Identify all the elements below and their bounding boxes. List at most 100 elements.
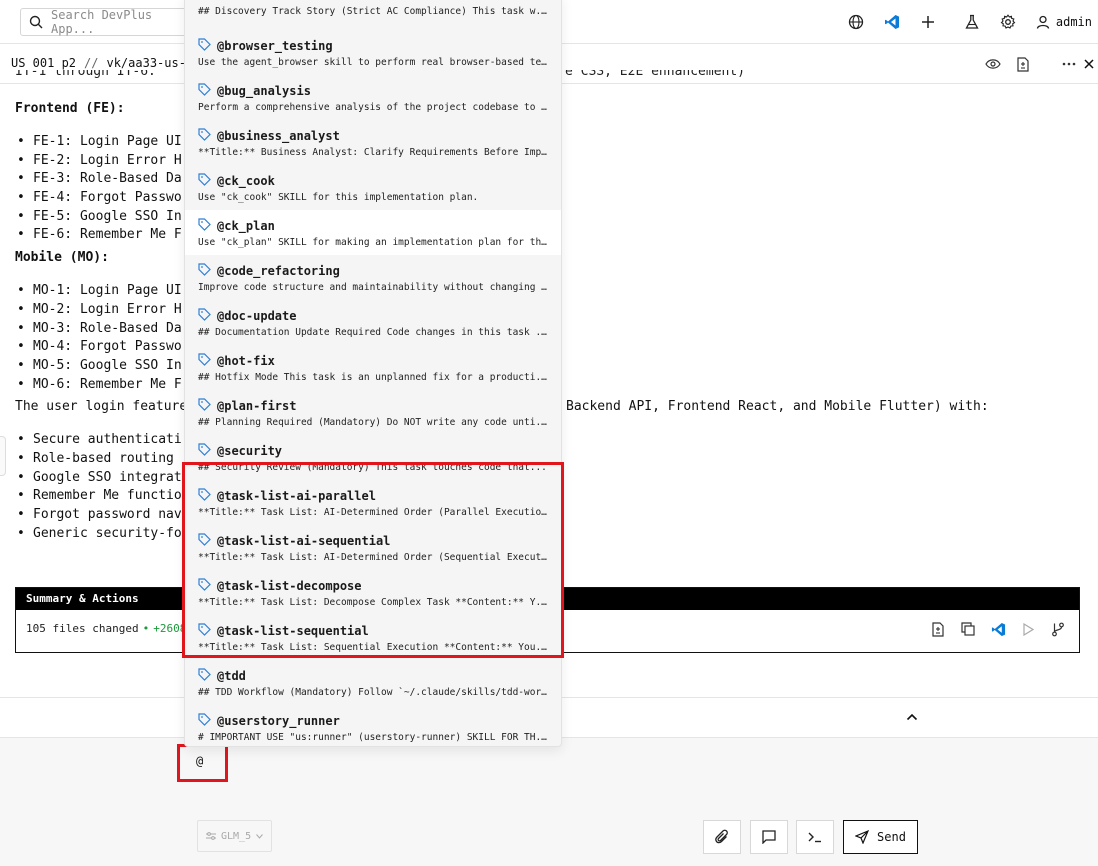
tag-icon bbox=[198, 668, 211, 684]
dropdown-item-bug-analysis[interactable]: @bug_analysis Perform a comprehensive ana… bbox=[185, 75, 561, 120]
dropdown-item-desc: Use "ck_plan" SKILL for making an implem… bbox=[198, 237, 550, 248]
tag-icon bbox=[198, 353, 211, 369]
dropdown-item-label: @ck_cook bbox=[217, 174, 275, 188]
dropdown-item-label: @tdd bbox=[217, 669, 246, 683]
dropdown-item-name: @tdd bbox=[198, 668, 246, 684]
tag-icon bbox=[198, 83, 211, 99]
flask-icon[interactable] bbox=[954, 0, 990, 44]
dropdown-item-name: @browser_testing bbox=[198, 38, 333, 54]
summary-stats: 105 files changed • +2608 bbox=[26, 622, 186, 635]
dropdown-item-ck-cook[interactable]: @ck_cook Use "ck_cook" SKILL for this imp… bbox=[185, 165, 561, 210]
user-icon bbox=[1036, 15, 1050, 29]
settings-gear-icon[interactable] bbox=[990, 0, 1026, 44]
comment-button[interactable] bbox=[750, 820, 788, 854]
tag-icon bbox=[198, 308, 211, 324]
attach-button[interactable] bbox=[703, 820, 741, 854]
dropdown-item-name: @bug_analysis bbox=[198, 83, 311, 99]
model-name: GLM_5 bbox=[221, 830, 252, 842]
dropdown-item-name: @doc-update bbox=[198, 308, 296, 324]
dropdown-item-business-analyst[interactable]: @business_analyst **Title:** Business Ana… bbox=[185, 120, 561, 165]
search-icon bbox=[29, 15, 43, 29]
breadcrumb-separator: // bbox=[84, 56, 99, 70]
dropdown-item-name: @userstory_runner bbox=[198, 713, 340, 729]
search-box[interactable]: Search DevPlus App... bbox=[20, 8, 200, 36]
dropdown-item-desc: ## Hotfix Mode This task is an unplanned… bbox=[198, 372, 550, 383]
search-input[interactable]: Search DevPlus App... bbox=[51, 8, 199, 36]
dropdown-item-name: @security bbox=[198, 443, 282, 459]
side-panel-handle[interactable] bbox=[0, 436, 6, 476]
dropdown-item-code-refactoring[interactable]: @code_refactoring Improve code structure … bbox=[185, 255, 561, 300]
paragraph-left: The user login feature bbox=[15, 399, 188, 415]
dropdown-item-browser-testing[interactable]: @browser_testing Use the agent_browser sk… bbox=[185, 30, 561, 75]
dropdown-item-desc: Improve code structure and maintainabili… bbox=[198, 282, 550, 293]
dropdown-item-doc-update[interactable]: @doc-update ## Documentation Update Requi… bbox=[185, 300, 561, 345]
dropdown-item-hot-fix[interactable]: @hot-fix ## Hotfix Mode This task is an u… bbox=[185, 345, 561, 390]
dropdown-item-ck-plan[interactable]: @ck_plan Use "ck_plan" SKILL for making a… bbox=[185, 210, 561, 255]
dropdown-item-label: @code_refactoring bbox=[217, 264, 340, 278]
dropdown-item-label: @ck_plan bbox=[217, 219, 275, 233]
user-menu[interactable]: admin bbox=[1026, 0, 1098, 44]
send-button[interactable]: Send bbox=[843, 820, 918, 854]
breadcrumb-project[interactable]: US 001 p2 bbox=[11, 56, 76, 70]
dropdown-item-label: @bug_analysis bbox=[217, 84, 311, 98]
paperclip-icon bbox=[715, 829, 728, 844]
vscode-icon[interactable] bbox=[987, 618, 1009, 640]
tag-icon bbox=[198, 443, 211, 459]
dropdown-item-name: @ck_cook bbox=[198, 173, 275, 189]
dropdown-item-name: @plan-first bbox=[198, 398, 296, 414]
globe-icon[interactable] bbox=[838, 0, 874, 44]
dropdown-item-desc: ## Discovery Track Story (Strict AC Comp… bbox=[198, 6, 550, 17]
vscode-icon[interactable] bbox=[874, 0, 910, 44]
terminal-icon bbox=[808, 832, 821, 843]
dropdown-item-label: @plan-first bbox=[217, 399, 297, 413]
chevron-down-icon bbox=[256, 833, 263, 839]
close-icon[interactable] bbox=[1084, 44, 1098, 84]
composer: @ GLM_5 Send bbox=[0, 738, 1098, 866]
dropdown-item-desc: ## TDD Workflow (Mandatory) Follow `~/.c… bbox=[198, 687, 550, 698]
dropdown-item-desc: # IMPORTANT USE "us:runner" (userstory-r… bbox=[198, 732, 550, 743]
dropdown-item-desc: Use "ck_cook" SKILL for this implementat… bbox=[198, 192, 479, 203]
task-list-highlight-box bbox=[182, 462, 564, 658]
files-changed: 105 files changed bbox=[26, 622, 139, 635]
dropdown-item-name: @code_refactoring bbox=[198, 263, 340, 279]
message-square-icon bbox=[762, 830, 776, 844]
dropdown-item-label: @hot-fix bbox=[217, 354, 275, 368]
paragraph-right: Backend API, Frontend React, and Mobile … bbox=[566, 399, 989, 415]
tag-icon bbox=[198, 38, 211, 54]
top-cut-right: e CSS, E2E enhancement) bbox=[565, 70, 746, 79]
file-diff-icon[interactable] bbox=[927, 618, 949, 640]
tag-icon bbox=[198, 173, 211, 189]
dropdown-item-plan-first[interactable]: @plan-first ## Planning Required (Mandato… bbox=[185, 390, 561, 435]
dropdown-item-name: @ck_plan bbox=[198, 218, 275, 234]
dropdown-item-label: @security bbox=[217, 444, 283, 458]
breadcrumb-branch[interactable]: vk/aa33-us-0 bbox=[106, 56, 193, 70]
dropdown-item-userstory-runner[interactable]: @userstory_runner # IMPORTANT USE "us:run… bbox=[185, 705, 561, 746]
plus-icon[interactable] bbox=[910, 0, 946, 44]
tag-icon bbox=[198, 398, 211, 414]
play-icon[interactable] bbox=[1017, 618, 1039, 640]
tag-icon bbox=[198, 218, 211, 234]
user-name: admin bbox=[1055, 15, 1092, 29]
copy-icon[interactable] bbox=[957, 618, 979, 640]
dropdown-item-tdd[interactable]: @tdd ## TDD Workflow (Mandatory) Follow `… bbox=[185, 660, 561, 705]
stats-separator: • bbox=[142, 622, 150, 635]
dropdown-item-desc: **Title:** Business Analyst: Clarify Req… bbox=[198, 147, 550, 158]
breadcrumb: US 001 p2 // vk/aa33-us-0 bbox=[11, 56, 193, 70]
dropdown-item-name: @hot-fix bbox=[198, 353, 275, 369]
dropdown-item-label: @browser_testing bbox=[217, 39, 333, 53]
send-label: Send bbox=[877, 830, 906, 844]
dropdown-item-desc: ## Planning Required (Mandatory) Do NOT … bbox=[198, 417, 550, 428]
git-branch-icon[interactable] bbox=[1047, 618, 1069, 640]
dropdown-item-name: @business_analyst bbox=[198, 128, 340, 144]
dropdown-item-desc: Perform a comprehensive analysis of the … bbox=[198, 102, 550, 113]
model-selector[interactable]: GLM_5 bbox=[197, 820, 272, 852]
dropdown-item-desc: ## Documentation Update Required Code ch… bbox=[198, 327, 550, 338]
terminal-button[interactable] bbox=[796, 820, 834, 854]
chevron-up-icon[interactable] bbox=[905, 710, 919, 728]
dropdown-item-partial[interactable]: ## Discovery Track Story (Strict AC Comp… bbox=[185, 0, 561, 25]
tag-icon bbox=[198, 128, 211, 144]
dropdown-item-label: @userstory_runner bbox=[217, 714, 340, 728]
send-icon bbox=[855, 830, 870, 844]
dropdown-item-label: @business_analyst bbox=[217, 129, 340, 143]
tag-icon bbox=[198, 713, 211, 729]
